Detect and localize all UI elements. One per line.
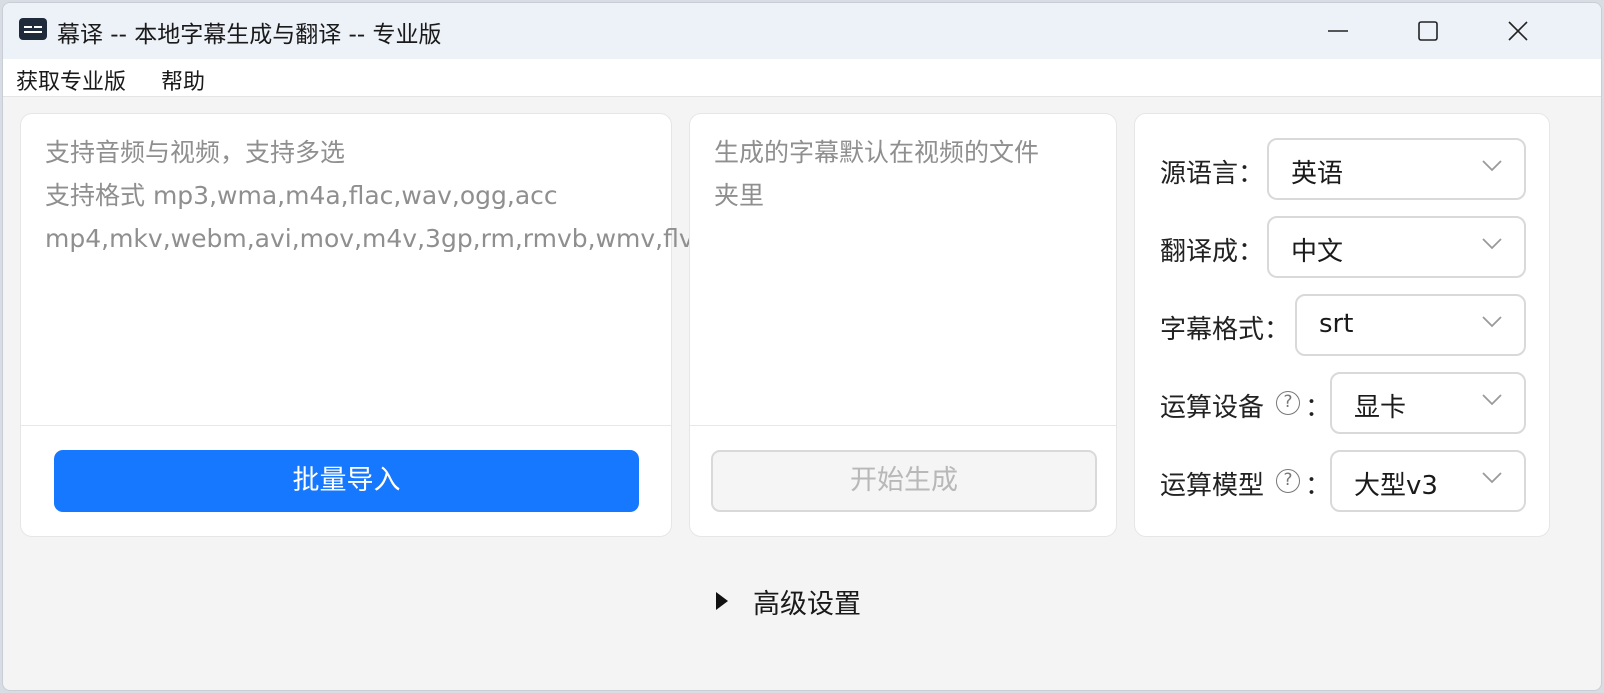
start-generate-button[interactable]: 开始生成 xyxy=(711,450,1097,512)
compute-device-label: 运算设备 xyxy=(1160,393,1265,423)
chevron-down-icon xyxy=(1482,160,1502,172)
divider xyxy=(21,425,671,426)
compute-device-value: 显卡 xyxy=(1354,393,1407,423)
maximize-button[interactable] xyxy=(1383,3,1473,59)
subtitle-format-select[interactable]: srt xyxy=(1295,294,1526,356)
output-panel: 生成的字幕默认在视频的文件 夹里 开始生成 xyxy=(689,113,1117,537)
close-icon xyxy=(1508,21,1528,41)
import-hint-line: mp4,mkv,webm,avi,mov,m4v,3gp,rm,rmvb,wmv… xyxy=(45,224,694,253)
subtitle-format-label: 字幕格式： xyxy=(1160,315,1291,345)
minimize-button[interactable] xyxy=(1293,3,1383,59)
menu-get-pro[interactable]: 获取专业版 xyxy=(16,64,126,96)
caret-right-icon xyxy=(716,592,728,610)
import-drop-area[interactable]: 支持音频与视频，支持多选 支持格式 mp3,wma,m4a,flac,wav,o… xyxy=(20,113,694,537)
window-title: 幕译 -- 本地字幕生成与翻译 -- 专业版 xyxy=(57,22,442,48)
import-hint-line: 支持音频与视频，支持多选 xyxy=(45,138,346,167)
chevron-down-icon xyxy=(1482,316,1502,328)
menu-help[interactable]: 帮助 xyxy=(161,64,205,96)
compute-model-label: 运算模型 xyxy=(1160,471,1265,501)
app-window: 幕译 -- 本地字幕生成与翻译 -- 专业版 获取专业版 帮助 支持音频与视频，… xyxy=(2,2,1602,691)
compute-model-select[interactable]: 大型v3 xyxy=(1330,450,1526,512)
chevron-down-icon xyxy=(1482,472,1502,484)
chevron-down-icon xyxy=(1482,238,1502,250)
help-icon[interactable]: ? xyxy=(1276,391,1300,415)
batch-import-button[interactable]: 批量导入 xyxy=(54,450,639,512)
settings-panel: 源语言： 英语 翻译成： 中文 字幕格式： srt 运算设备 ? ： 显卡 运算… xyxy=(1134,113,1550,537)
colon-label: ： xyxy=(1305,393,1332,423)
output-hint-line: 夹里 xyxy=(714,181,765,210)
target-language-label: 翻译成： xyxy=(1160,237,1265,267)
compute-device-select[interactable]: 显卡 xyxy=(1330,372,1526,434)
advanced-settings-label: 高级设置 xyxy=(753,589,861,620)
colon-label: ： xyxy=(1305,471,1332,501)
import-hint-line: 支持格式 mp3,wma,m4a,flac,wav,ogg,acc xyxy=(45,181,558,210)
title-bar[interactable]: 幕译 -- 本地字幕生成与翻译 -- 专业版 xyxy=(3,3,1601,59)
target-language-select[interactable]: 中文 xyxy=(1267,216,1526,278)
divider xyxy=(690,425,1116,426)
menu-bar: 获取专业版 帮助 xyxy=(3,59,1601,97)
close-button[interactable] xyxy=(1473,3,1563,59)
subtitle-app-icon xyxy=(19,18,47,40)
chevron-down-icon xyxy=(1482,394,1502,406)
minimize-icon xyxy=(1328,30,1348,32)
source-language-value: 英语 xyxy=(1291,159,1344,189)
source-language-select[interactable]: 英语 xyxy=(1267,138,1526,200)
maximize-icon xyxy=(1418,21,1438,41)
target-language-value: 中文 xyxy=(1291,237,1344,267)
subtitle-format-value: srt xyxy=(1319,309,1354,339)
help-icon[interactable]: ? xyxy=(1276,469,1300,493)
compute-model-value: 大型v3 xyxy=(1354,471,1438,501)
source-language-label: 源语言： xyxy=(1160,159,1265,189)
output-hint-line: 生成的字幕默认在视频的文件 xyxy=(714,138,1040,167)
